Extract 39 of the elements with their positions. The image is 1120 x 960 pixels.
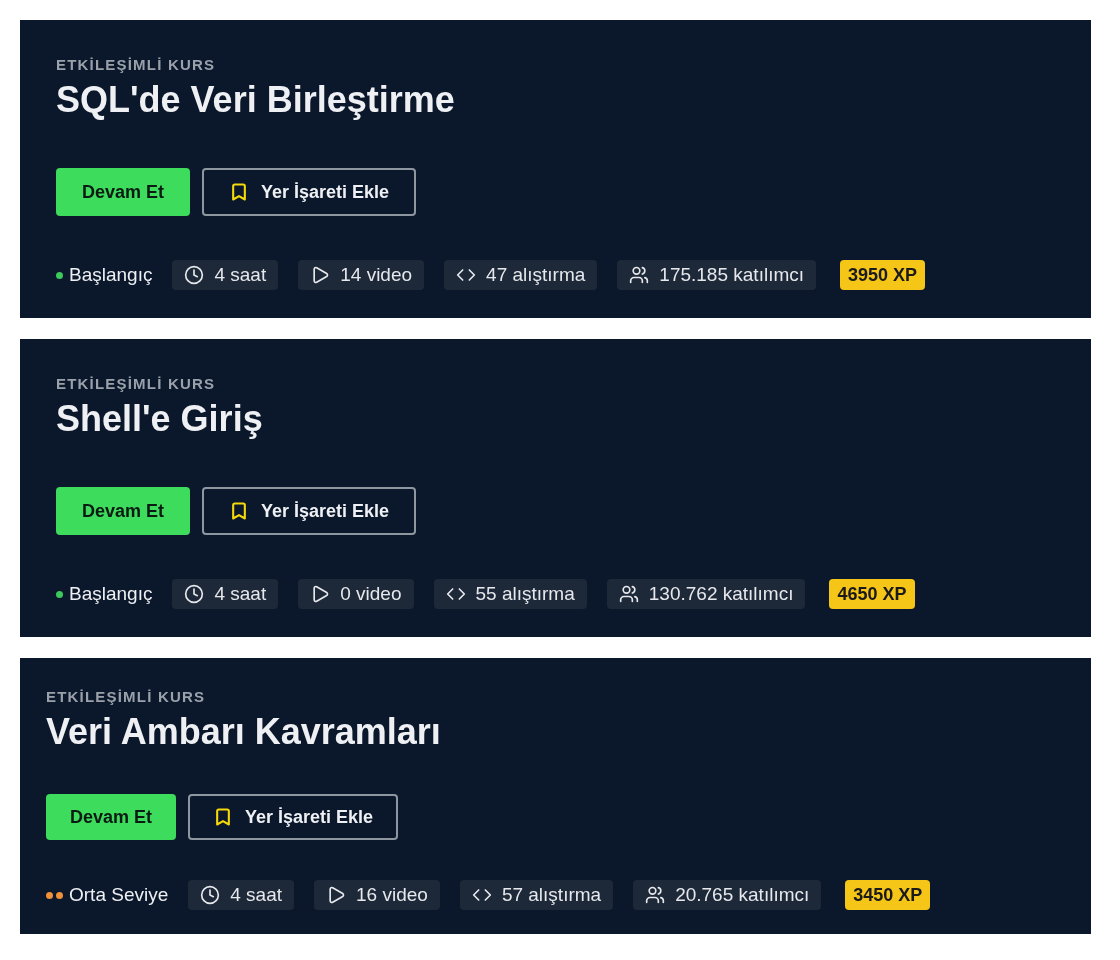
course-title: SQL'de Veri Birleştirme xyxy=(56,78,455,122)
xp-badge: 3950 XP xyxy=(840,260,926,290)
stat-text: 20.765 katılımcı xyxy=(675,882,810,907)
course-type-label: ETKİLEŞİMLİ KURS xyxy=(46,688,206,706)
stat-text: 175.185 katılımcı xyxy=(659,262,805,287)
users-icon xyxy=(618,584,639,604)
course-type-label: ETKİLEŞİMLİ KURS xyxy=(56,375,216,393)
stat-text: 4 saat xyxy=(230,882,283,907)
stat-text: 16 video xyxy=(356,882,428,907)
bookmark-button[interactable]: Yer İşareti Ekle xyxy=(202,168,416,216)
play-icon xyxy=(310,265,331,285)
stat-text: 130.762 katılımcı xyxy=(648,581,794,606)
continue-button[interactable]: Devam Et xyxy=(56,487,190,535)
continue-button[interactable]: Devam Et xyxy=(46,794,176,840)
stat-text: 0 video xyxy=(340,581,402,606)
difficulty-label: Orta Seviye xyxy=(69,882,169,907)
play-icon xyxy=(326,885,347,905)
users-icon xyxy=(645,885,666,905)
stat-text: 14 video xyxy=(340,262,413,287)
xp-badge: 3450 XP xyxy=(845,880,931,910)
difficulty-label: Başlangıç xyxy=(69,262,153,287)
stat-text: 57 alıştırma xyxy=(501,882,602,907)
bookmark-button[interactable]: Yer İşareti Ekle xyxy=(202,487,416,535)
clock-icon xyxy=(184,265,205,285)
users-icon xyxy=(629,265,650,285)
stat-text: 4 saat xyxy=(214,262,267,287)
continue-button[interactable]: Devam Et xyxy=(56,168,190,216)
clock-icon xyxy=(184,584,205,604)
stat-text: 47 alıştırma xyxy=(486,262,586,287)
stat-text: 55 alıştırma xyxy=(475,581,575,606)
course-title: Shell'e Giriş xyxy=(56,397,263,441)
bookmark-button[interactable]: Yer İşareti Ekle xyxy=(188,794,398,840)
stat-text: 4 saat xyxy=(214,581,267,606)
course-title: Veri Ambarı Kavramları xyxy=(46,710,441,754)
play-icon xyxy=(310,584,331,604)
difficulty-label: Başlangıç xyxy=(69,581,153,606)
xp-badge: 4650 XP xyxy=(829,579,915,609)
clock-icon xyxy=(200,885,221,905)
course-type-label: ETKİLEŞİMLİ KURS xyxy=(56,56,216,74)
